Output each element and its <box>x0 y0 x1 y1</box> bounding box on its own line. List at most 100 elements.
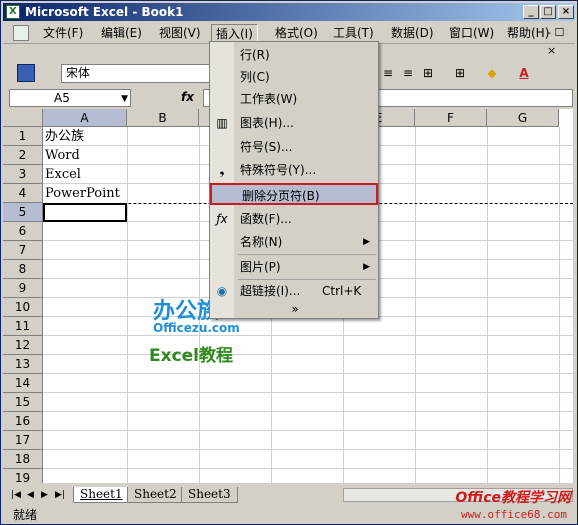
menu-insert-worksheet[interactable]: 工作表(W) <box>210 88 378 110</box>
row-header-13[interactable]: 13 <box>3 355 43 374</box>
font-name-select[interactable]: 宋体 <box>61 64 211 83</box>
menu-item-label: 符号(S)... <box>240 140 293 154</box>
fill-color-icon[interactable]: ◆ <box>483 65 501 81</box>
sheet-tab-2[interactable]: Sheet2 <box>127 487 184 503</box>
cell-a1[interactable]: 办公族 <box>45 127 84 146</box>
menu-item-label: 行(R) <box>240 48 270 62</box>
chevron-down-icon[interactable]: ▼ <box>121 91 128 107</box>
row-header-14[interactable]: 14 <box>3 374 43 393</box>
maximize-button[interactable]: □ <box>540 5 556 19</box>
menu-data[interactable]: 数据(D) <box>387 24 438 42</box>
row-header-15[interactable]: 15 <box>3 393 43 412</box>
menu-insert[interactable]: 插入(I) <box>211 24 258 42</box>
grid-line <box>43 411 573 412</box>
menu-remove-page-break[interactable]: 删除分页符(B) <box>210 183 378 205</box>
row-header-12[interactable]: 12 <box>3 336 43 355</box>
grid-line <box>43 335 573 336</box>
watermark-url: Officezu.com <box>153 321 240 335</box>
font-color-icon[interactable]: A <box>515 65 533 81</box>
excel-app-icon[interactable] <box>6 3 20 21</box>
row-header-10[interactable]: 10 <box>3 298 43 317</box>
row-header-16[interactable]: 16 <box>3 412 43 431</box>
first-sheet-icon[interactable]: |◀ <box>11 490 21 500</box>
watermark-tutorial: Excel教程 <box>149 346 234 366</box>
sheet-tab-1[interactable]: Sheet1 <box>73 487 130 503</box>
insert-function-icon[interactable]: fx <box>181 90 194 104</box>
submenu-arrow-icon: ▶ <box>363 262 370 272</box>
menu-insert-symbol[interactable]: 符号(S)... <box>210 136 378 158</box>
prev-sheet-icon[interactable]: ◀ <box>27 490 34 500</box>
insert-menu-dropdown: 行(R) 列(C) 工作表(W) ▥ 图表(H)... 符号(S)... ❟ 特殊符… <box>209 41 379 319</box>
name-box-value: A5 <box>54 91 70 105</box>
cell-a4[interactable]: PowerPoint <box>45 184 120 203</box>
align-center-icon[interactable]: ≡ <box>379 65 397 81</box>
row-header-2[interactable]: 2 <box>3 146 43 165</box>
grid-line <box>43 373 573 374</box>
menu-file[interactable]: 文件(F) <box>39 24 87 42</box>
menu-item-label: 列(C) <box>240 70 270 84</box>
sheet-tab-3[interactable]: Sheet3 <box>181 487 238 503</box>
menu-insert-row[interactable]: 行(R) <box>210 44 378 66</box>
cell-a3[interactable]: Excel <box>45 165 81 184</box>
menu-insert-special-symbol[interactable]: ❟ 特殊符号(Y)... <box>210 159 378 181</box>
row-header-9[interactable]: 9 <box>3 279 43 298</box>
row-header-19[interactable]: 19 <box>3 469 43 483</box>
menu-item-label: 图片(P) <box>240 260 281 274</box>
status-text: 就绪 <box>13 508 38 522</box>
row-header-17[interactable]: 17 <box>3 431 43 450</box>
menu-insert-column[interactable]: 列(C) <box>210 66 378 88</box>
next-sheet-icon[interactable]: ▶ <box>41 490 48 500</box>
align-right-icon[interactable]: ≡ <box>399 65 417 81</box>
grid-line <box>43 430 573 431</box>
column-header-f[interactable]: F <box>415 109 487 127</box>
row-header-11[interactable]: 11 <box>3 317 43 336</box>
row-header-18[interactable]: 18 <box>3 450 43 469</box>
fx-icon: ƒx <box>216 212 228 226</box>
name-box[interactable]: A5 ▼ <box>9 89 131 107</box>
workbook-icon[interactable] <box>13 25 29 41</box>
column-header-a[interactable]: A <box>43 109 127 127</box>
menu-window[interactable]: 窗口(W) <box>445 24 498 42</box>
select-all-corner[interactable] <box>3 109 43 127</box>
grid-line <box>43 449 573 450</box>
site-url-watermark: www.office68.com <box>461 508 567 521</box>
menu-insert-name[interactable]: 名称(N) ▶ <box>210 231 378 253</box>
menu-edit[interactable]: 编辑(E) <box>97 24 146 42</box>
menu-expand-chevron-icon[interactable]: » <box>260 298 330 320</box>
close-button[interactable]: × <box>558 5 574 19</box>
grid-line <box>43 392 573 393</box>
menu-item-label: 函数(F)... <box>240 212 292 226</box>
menu-tools[interactable]: 工具(T) <box>329 24 378 42</box>
menu-insert-function[interactable]: ƒx 函数(F)... <box>210 208 378 230</box>
row-header-4[interactable]: 4 <box>3 184 43 203</box>
menu-item-label: 删除分页符(B) <box>242 189 320 203</box>
submenu-arrow-icon: ▶ <box>363 237 370 247</box>
save-icon[interactable] <box>17 64 35 82</box>
menu-view[interactable]: 视图(V) <box>155 24 205 42</box>
column-header-g[interactable]: G <box>487 109 559 127</box>
active-cell-a5[interactable] <box>43 203 127 222</box>
row-header-5[interactable]: 5 <box>3 203 43 222</box>
site-name-watermark: Office教程学习网 <box>455 490 571 506</box>
menu-format[interactable]: 格式(O) <box>271 24 322 42</box>
row-header-6[interactable]: 6 <box>3 222 43 241</box>
borders-icon[interactable]: ⊞ <box>451 65 469 81</box>
doc-restore-button[interactable]: - ☐ × <box>543 24 575 57</box>
excel-window: Microsoft Excel - Book1 _ □ × 文件(F) 编辑(E… <box>0 0 578 525</box>
last-sheet-icon[interactable]: ▶| <box>55 490 65 500</box>
column-header-b[interactable]: B <box>127 109 199 127</box>
grid-line <box>43 468 573 469</box>
menu-item-label: 特殊符号(Y)... <box>240 163 317 177</box>
cell-a2[interactable]: Word <box>45 146 80 165</box>
row-header-1[interactable]: 1 <box>3 127 43 146</box>
row-header-8[interactable]: 8 <box>3 260 43 279</box>
row-header-7[interactable]: 7 <box>3 241 43 260</box>
merge-center-icon[interactable]: ⊞ <box>419 65 437 81</box>
menu-insert-picture[interactable]: 图片(P) ▶ <box>210 256 378 278</box>
row-header-3[interactable]: 3 <box>3 165 43 184</box>
menu-item-label: 名称(N) <box>240 235 283 249</box>
minimize-button[interactable]: _ <box>523 5 539 19</box>
menu-item-label: 超链接(I)... <box>240 284 301 298</box>
menu-insert-chart[interactable]: ▥ 图表(H)... <box>210 112 378 134</box>
title-bar[interactable]: Microsoft Excel - Book1 _ □ × <box>3 3 575 21</box>
